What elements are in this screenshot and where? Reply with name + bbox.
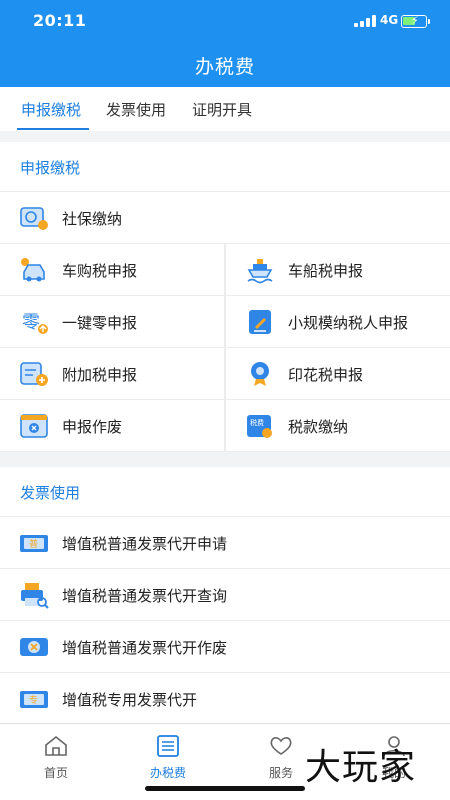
network-type: 4G	[380, 13, 399, 27]
list-icon	[157, 735, 179, 757]
svg-text:税费: 税费	[250, 418, 264, 427]
car-icon	[21, 258, 45, 282]
status-bar: 20:11 4G ⚡	[0, 0, 450, 44]
status-time: 20:11	[33, 11, 87, 30]
watermark-logo: 大玩家	[305, 747, 417, 788]
special-invoice-icon: 专	[20, 691, 48, 708]
category-tabs: 申报缴税 发票使用 证明开具	[0, 87, 450, 131]
signal-icon	[354, 15, 376, 27]
zero-declare-icon: 零	[22, 312, 48, 334]
menu-item-vehicle-purchase-tax[interactable]: 车购税申报	[0, 244, 224, 296]
page-title: 办税费	[194, 56, 255, 78]
home-icon	[45, 735, 67, 756]
stamp-tax-icon	[251, 362, 269, 386]
section-header-declare: 申报缴税	[0, 142, 450, 192]
app-header: 20:11 4G ⚡ 办税费	[0, 0, 450, 87]
menu-row: 普 增值税普通发票代开申请	[0, 517, 450, 569]
invoice-apply-icon: 普	[20, 535, 48, 552]
menu-item-special-invoice[interactable]: 专 增值税专用发票代开	[0, 673, 450, 725]
menu-item-social-security[interactable]: 社保缴纳	[0, 192, 450, 244]
menu-item-invoice-query[interactable]: 增值税普通发票代开查询	[0, 569, 450, 621]
section-title: 申报缴税	[20, 159, 81, 177]
menu-item-stamp-tax[interactable]: 印花税申报	[226, 348, 450, 400]
tab-certificate[interactable]: 证明开具	[192, 99, 252, 120]
menu-row: 车购税申报 车船税申报	[0, 244, 450, 296]
menu-item-vehicle-vessel-tax[interactable]: 车船税申报	[226, 244, 450, 296]
menu-row: 社保缴纳	[0, 192, 450, 244]
tabbar-item-home[interactable]: 首页	[16, 734, 96, 781]
section-title: 发票使用	[20, 484, 81, 502]
invoice-query-icon	[21, 583, 49, 609]
heart-icon	[270, 737, 292, 755]
active-tab-indicator	[17, 128, 89, 130]
menu-row: 申报作废 税费 税款缴纳	[0, 400, 450, 452]
menu-row: 专 增值税专用发票代开	[0, 673, 450, 725]
menu-item-small-taxpayer-declaration[interactable]: 小规模纳税人申报	[226, 296, 450, 348]
menu-item-tax-payment[interactable]: 税费 税款缴纳	[226, 400, 450, 452]
svg-text:零: 零	[22, 312, 40, 333]
invoice-void-icon	[20, 638, 48, 656]
menu-row: 增值税普通发票代开作废	[0, 621, 450, 673]
home-indicator	[145, 786, 305, 791]
ship-icon	[247, 259, 273, 284]
tabbar-item-tax[interactable]: 办税费	[128, 734, 208, 781]
declare-void-icon	[20, 414, 48, 438]
small-taxpayer-icon	[249, 310, 271, 334]
section-header-invoice: 发票使用	[0, 467, 450, 517]
additional-tax-icon	[20, 362, 48, 386]
svg-text:普: 普	[29, 538, 38, 550]
menu-row: 零 一键零申报 小规模纳税人申报	[0, 296, 450, 348]
tab-invoice[interactable]: 发票使用	[106, 99, 166, 120]
battery-icon: ⚡	[401, 14, 430, 28]
tab-declare[interactable]: 申报缴税	[21, 99, 81, 120]
menu-item-invoice-apply[interactable]: 普 增值税普通发票代开申请	[0, 517, 450, 569]
svg-text:专: 专	[29, 694, 38, 706]
menu-item-zero-declaration[interactable]: 零 一键零申报	[0, 296, 224, 348]
tax-payment-icon: 税费	[247, 415, 272, 438]
menu-item-declaration-void[interactable]: 申报作废	[0, 400, 224, 452]
menu-row: 附加税申报 印花税申报	[0, 348, 450, 400]
menu-row: 增值税普通发票代开查询	[0, 569, 450, 621]
social-security-icon	[20, 207, 48, 230]
menu-item-invoice-void[interactable]: 增值税普通发票代开作废	[0, 621, 450, 673]
menu-item-additional-tax[interactable]: 附加税申报	[0, 348, 224, 400]
